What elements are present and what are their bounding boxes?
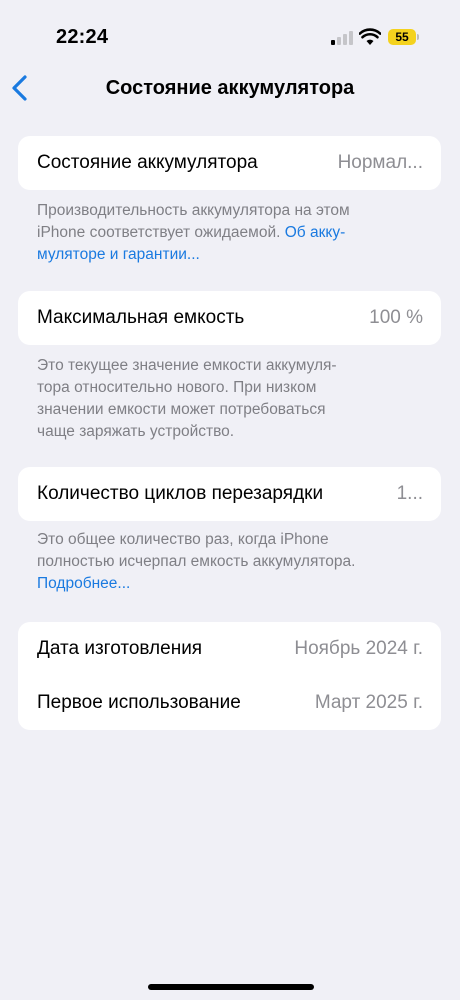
footnote-line: тора относительно нового. При низком	[37, 379, 317, 396]
max-capacity-row: Максимальная емкость 100 %	[18, 291, 441, 345]
battery-health-card: Состояние аккумулятора Нормал...	[18, 136, 441, 190]
footnote-line: чаще заряжать устройство.	[37, 423, 235, 440]
max-capacity-label: Максимальная емкость	[37, 307, 245, 328]
battery-health-row[interactable]: Состояние аккумулятора Нормал...	[18, 136, 441, 190]
first-use-row: Первое использование Март 2025 г.	[18, 676, 441, 730]
learn-more-link[interactable]: Подробнее...	[37, 573, 427, 595]
battery-health-footnote: Производительность аккумулятора на этом …	[37, 200, 427, 266]
cycle-count-card: Количество циклов перезарядки 1...	[18, 467, 441, 521]
battery-health-label: Состояние аккумулятора	[37, 152, 258, 173]
cycle-count-label: Количество циклов перезарядки	[37, 483, 324, 504]
battery-tip	[417, 34, 419, 40]
wifi-icon	[359, 28, 381, 45]
first-use-label: Первое использование	[37, 692, 241, 713]
manufacture-date-row: Дата изготовления Ноябрь 2024 г.	[18, 622, 441, 676]
cellular-signal-icon	[331, 31, 353, 45]
battery-icon: 55	[388, 29, 416, 45]
footnote-text: iPhone соответствует ожидаемой.	[37, 224, 281, 241]
max-capacity-footnote: Это текущее значение емкости аккумуля- т…	[37, 355, 427, 443]
battery-warranty-link-continued[interactable]: муляторе и гарантии...	[37, 244, 427, 266]
navigation-bar: Состояние аккумулятора	[0, 74, 460, 118]
max-capacity-value: 100 %	[369, 307, 423, 328]
clock: 22:24	[56, 26, 109, 48]
cycle-count-footnote: Это общее количество раз, когда iPhone п…	[37, 529, 427, 595]
dates-card: Дата изготовления Ноябрь 2024 г. Первое …	[18, 622, 441, 730]
footnote-line: значении емкости может потребоваться	[37, 401, 326, 418]
cycle-count-row: Количество циклов перезарядки 1...	[18, 467, 441, 521]
max-capacity-card: Максимальная емкость 100 %	[18, 291, 441, 345]
first-use-value: Март 2025 г.	[314, 692, 423, 713]
battery-warranty-link[interactable]: Об акку-	[285, 224, 346, 241]
cycle-count-value: 1...	[396, 483, 423, 504]
manufacture-date-label: Дата изготовления	[37, 638, 203, 659]
manufacture-date-value: Ноябрь 2024 г.	[294, 638, 423, 659]
footnote-line: Это текущее значение емкости аккумуля-	[37, 357, 337, 374]
battery-health-value: Нормал...	[337, 152, 423, 173]
home-indicator[interactable]	[148, 984, 314, 990]
footnote-line: Это общее количество раз, когда iPhone	[37, 531, 329, 548]
page-title: Состояние аккумулятора	[105, 77, 355, 99]
status-bar: 22:24 55	[0, 0, 460, 74]
footnote-line: полностью исчерпал емкость аккумулятора.	[37, 553, 356, 570]
footnote-line: Производительность аккумулятора на этом	[37, 202, 350, 219]
